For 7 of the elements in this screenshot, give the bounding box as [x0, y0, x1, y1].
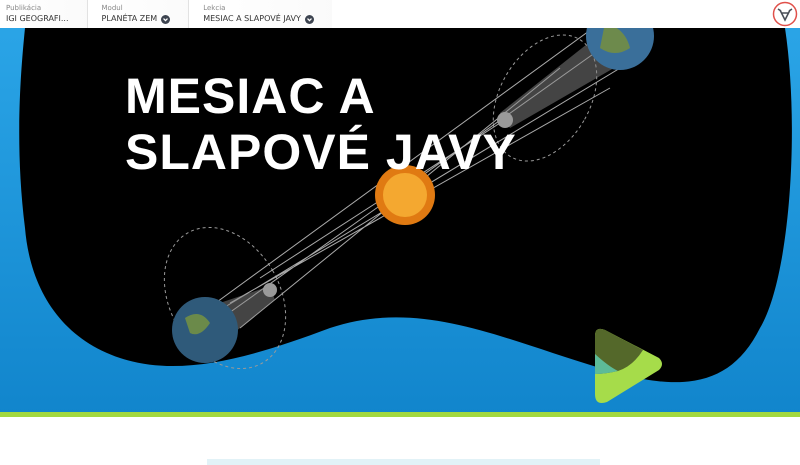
- breadcrumb-value: IGI GEOGRAFI...: [6, 13, 69, 25]
- chevron-down-icon[interactable]: [161, 14, 170, 24]
- chevron-down-icon[interactable]: [304, 14, 314, 24]
- breadcrumb-value: PLANÉTA ZEM: [102, 13, 158, 25]
- logo-icon[interactable]: [772, 1, 798, 27]
- breadcrumb-value: MESIAC A SLAPOVÉ JAVY: [203, 13, 301, 25]
- play-logo-icon: [593, 326, 665, 406]
